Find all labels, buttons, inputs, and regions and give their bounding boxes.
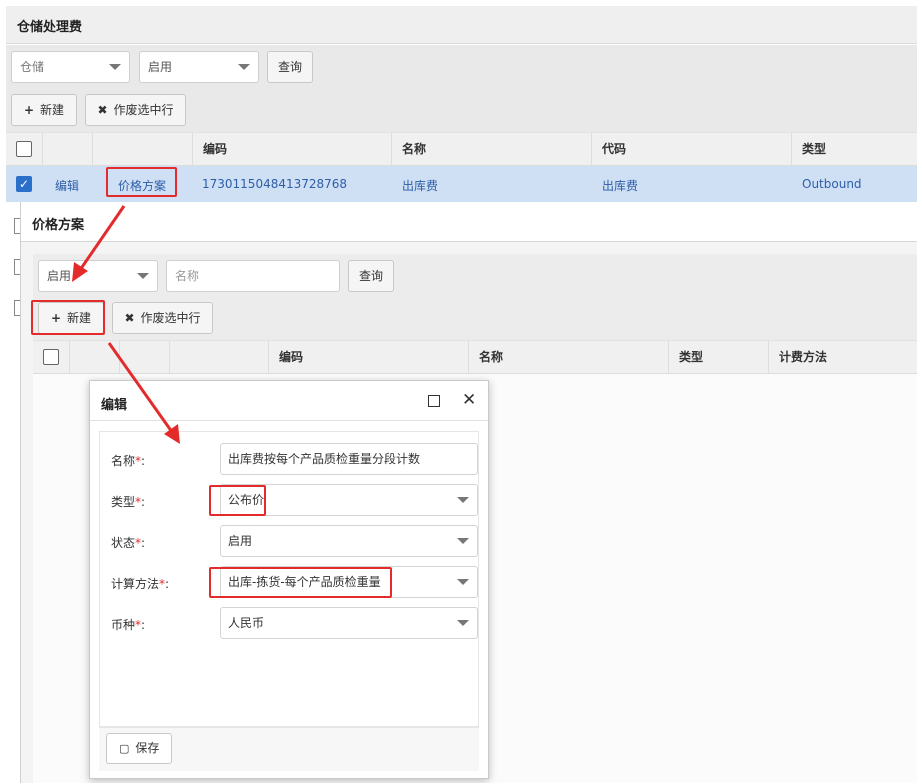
arrow-head-1: [72, 262, 88, 282]
arrow-to-new-button: [78, 205, 126, 271]
arrow-to-edit-form: [107, 342, 174, 433]
annotation-arrows: [72, 205, 180, 444]
arrow-head-2: [164, 424, 180, 444]
